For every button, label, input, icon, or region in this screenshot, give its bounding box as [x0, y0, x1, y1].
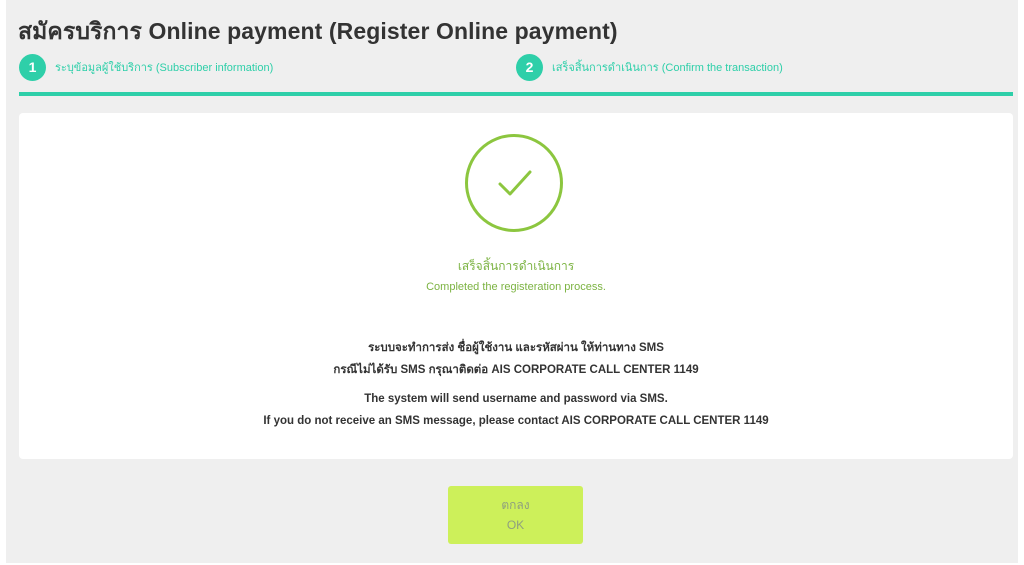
page-title: สมัครบริการ Online payment (Register Onl…: [18, 18, 618, 44]
step-number-badge: 2: [516, 53, 543, 81]
sms-message-english-line-1: The system will send username and passwo…: [364, 393, 668, 405]
page: สมัครบริการ Online payment (Register Onl…: [6, 0, 1018, 563]
ok-button[interactable]: ตกลง OK: [448, 486, 583, 544]
sms-message-thai-line-1: ระบบจะทำการส่ง ชื่อผู้ใช้งาน และรหัสผ่าน…: [368, 342, 664, 354]
step-confirm-transaction: 2 เสร็จสิ้นการดำเนินการ (Confirm the tra…: [516, 53, 783, 81]
result-card: เสร็จสิ้นการดำเนินการ Completed the regi…: [19, 113, 1013, 459]
ok-button-label-english: OK: [506, 518, 525, 532]
check-circle-icon: [465, 134, 563, 232]
success-title-english: Completed the registeration process.: [426, 281, 606, 293]
sms-message-thai-line-2: กรณีไม่ได้รับ SMS กรุณาติดต่อ AIS CORPOR…: [333, 364, 699, 376]
sms-message-english-line-2: If you do not receive an SMS message, pl…: [263, 415, 769, 427]
step-label: เสร็จสิ้นการดำเนินการ (Confirm the trans…: [552, 62, 783, 74]
step-subscriber-information: 1 ระบุข้อมูลผู้ใช้บริการ (Subscriber inf…: [19, 53, 273, 81]
step-progress-bar: [19, 92, 1013, 96]
ok-button-label-thai: ตกลง: [501, 498, 530, 512]
success-title-thai: เสร็จสิ้นการดำเนินการ: [457, 259, 575, 273]
step-label: ระบุข้อมูลผู้ใช้บริการ (Subscriber infor…: [55, 62, 274, 74]
checkmark-icon: [498, 170, 532, 196]
step-number-badge: 1: [19, 53, 46, 81]
